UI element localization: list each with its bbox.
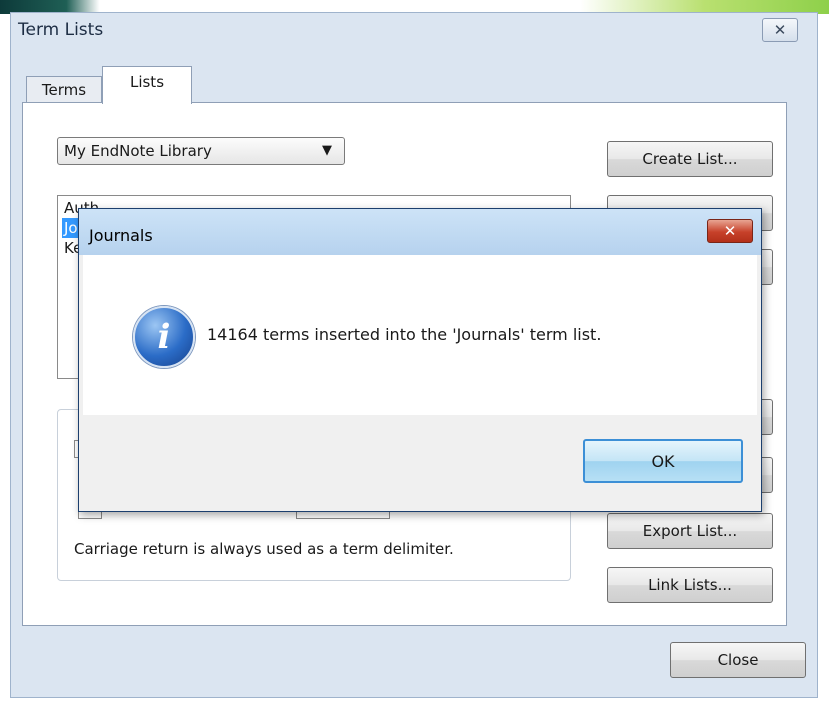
tab-terms-label: Terms (41, 81, 87, 99)
link-lists-label: Link Lists... (648, 576, 732, 594)
tab-terms[interactable]: Terms (26, 76, 102, 103)
dialog-message: 14164 terms inserted into the 'Journals'… (207, 325, 602, 344)
dialog-close-button[interactable]: ✕ (707, 219, 753, 243)
dialog-body: i 14164 terms inserted into the 'Journal… (83, 255, 757, 415)
library-select[interactable]: My EndNote Library ▼ (57, 137, 345, 165)
tab-lists[interactable]: Lists (102, 66, 192, 104)
export-list-label: Export List... (642, 522, 738, 540)
close-icon: ✕ (723, 222, 737, 240)
delimiter-note: Carriage return is always used as a term… (74, 540, 454, 558)
journals-dialog: Journals ✕ i 14164 terms inserted into t… (78, 208, 762, 512)
close-button[interactable]: Close (670, 642, 806, 678)
link-lists-button[interactable]: Link Lists... (607, 567, 773, 603)
dialog-title: Journals (89, 226, 153, 245)
close-icon: ✕ (773, 21, 787, 39)
window-close-button[interactable]: ✕ (762, 18, 798, 42)
library-select-value: My EndNote Library (64, 142, 212, 160)
chevron-down-icon: ▼ (322, 143, 332, 158)
tab-lists-label: Lists (129, 73, 165, 91)
dialog-titlebar: Journals ✕ (79, 209, 761, 255)
create-list-button[interactable]: Create List... (607, 141, 773, 177)
ok-button-label: OK (651, 451, 675, 471)
create-list-label: Create List... (642, 150, 738, 168)
list-item-label: Jo (64, 219, 78, 237)
list-item-selected[interactable]: Jo (62, 218, 80, 238)
info-glyph: i (157, 317, 171, 357)
close-button-label: Close (717, 651, 759, 669)
ok-button[interactable]: OK (583, 439, 743, 483)
info-icon: i (133, 306, 195, 368)
window-title: Term Lists (18, 20, 104, 40)
export-list-button[interactable]: Export List... (607, 513, 773, 549)
